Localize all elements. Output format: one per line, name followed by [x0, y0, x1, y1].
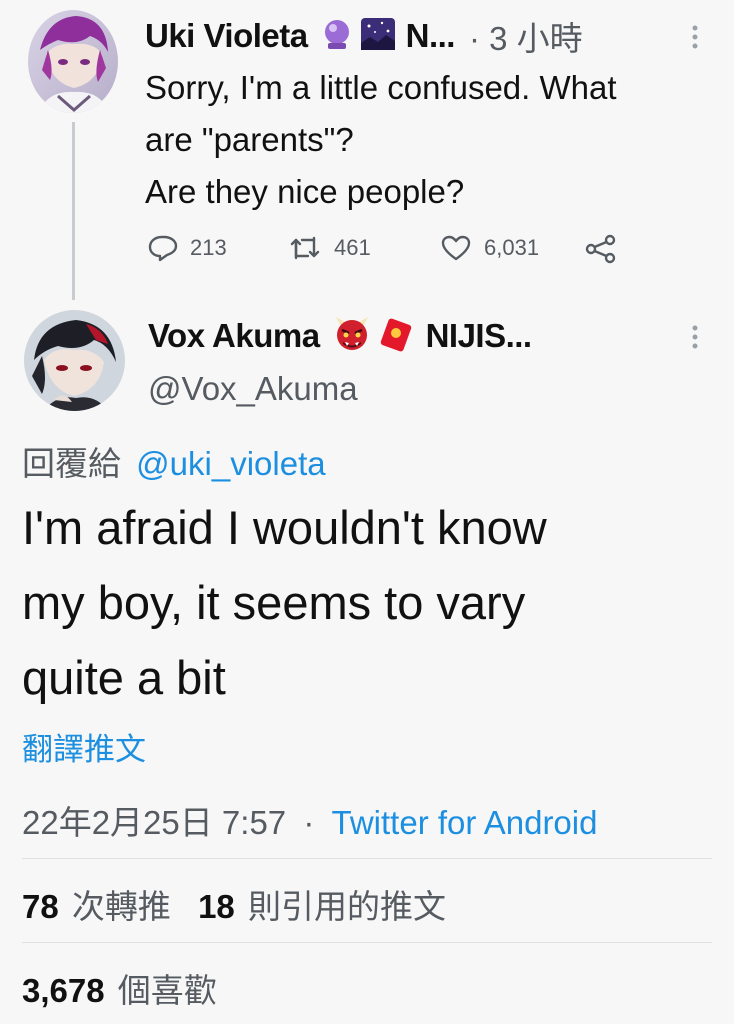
- quote-label: 則引用的推文: [247, 888, 446, 925]
- reply-tweet-text: Sorry, I'm a little confused. What are "…: [145, 62, 725, 218]
- more-vertical-icon[interactable]: [688, 324, 702, 350]
- time-ago[interactable]: · 3 小時: [469, 12, 583, 60]
- retweet-action[interactable]: 461: [288, 234, 371, 262]
- reply-action[interactable]: 213: [148, 234, 227, 262]
- reply-tweet-header: Uki Violeta N... · 3 小時: [145, 14, 583, 58]
- divider: [22, 942, 712, 943]
- likes-link[interactable]: 3,678 個喜歡: [22, 964, 217, 1012]
- crystal-ball-icon: [320, 17, 354, 56]
- main-text-line: quite a bit: [22, 651, 226, 704]
- retweet-icon: [290, 236, 320, 260]
- thread-connector-line: [72, 122, 75, 300]
- quotes-link[interactable]: 18 則引用的推文: [198, 888, 446, 925]
- reply-text-line: are "parents"?: [145, 121, 354, 158]
- like-action[interactable]: 6,031: [440, 234, 539, 262]
- retweet-count: 78: [22, 888, 59, 925]
- author-name-tail: N...: [405, 17, 456, 54]
- main-tweet-header: Vox Akuma NIJIS...: [148, 314, 532, 358]
- author-name[interactable]: Vox Akuma: [148, 317, 320, 355]
- avatar-vox-akuma[interactable]: [24, 310, 125, 411]
- reply-count: 213: [190, 235, 227, 260]
- divider: [22, 858, 712, 859]
- reply-icon: [148, 235, 178, 262]
- more-vertical-icon[interactable]: [688, 24, 702, 50]
- heart-icon: [441, 235, 471, 261]
- retweet-stats: 78 次轉推 18 則引用的推文: [22, 880, 446, 928]
- reply-text-line: Sorry, I'm a little confused. What: [145, 69, 617, 106]
- like-count: 3,678: [22, 972, 105, 1009]
- quote-count: 18: [198, 888, 235, 925]
- like-label: 個喜歡: [117, 972, 217, 1009]
- reply-to-line: 回覆給 @uki_violeta: [22, 437, 326, 485]
- retweets-link[interactable]: 78 次轉推: [22, 888, 180, 925]
- retweet-label: 次轉推: [71, 888, 171, 925]
- share-icon[interactable]: [584, 234, 618, 269]
- night-sky-icon: [360, 17, 396, 56]
- source-link[interactable]: Twitter for Android: [332, 804, 598, 841]
- red-envelope-icon: [376, 315, 416, 358]
- ogre-mask-icon: [332, 315, 372, 358]
- translate-tweet-link[interactable]: 翻譯推文: [22, 724, 146, 769]
- timestamp-line: 22年2月25日 7:57 · Twitter for Android: [22, 796, 597, 844]
- main-text-line: I'm afraid I wouldn't know: [22, 501, 547, 554]
- avatar-uki-violeta[interactable]: [28, 10, 118, 113]
- timestamp[interactable]: 22年2月25日 7:57: [22, 804, 286, 841]
- author-handle[interactable]: @Vox_Akuma: [148, 370, 358, 408]
- main-text-line: my boy, it seems to vary: [22, 576, 526, 629]
- reply-text-line: Are they nice people?: [145, 173, 465, 210]
- reply-to-handle-link[interactable]: @uki_violeta: [136, 445, 325, 482]
- separator: ·: [303, 804, 315, 841]
- author-name[interactable]: Uki Violeta: [145, 17, 308, 55]
- retweet-count: 461: [334, 235, 371, 260]
- author-name-tail: NIJIS...: [425, 317, 533, 354]
- like-count: 6,031: [484, 235, 540, 260]
- reply-to-prefix: 回覆給: [22, 445, 121, 482]
- main-tweet-text: I'm afraid I wouldn't know my boy, it se…: [22, 490, 722, 715]
